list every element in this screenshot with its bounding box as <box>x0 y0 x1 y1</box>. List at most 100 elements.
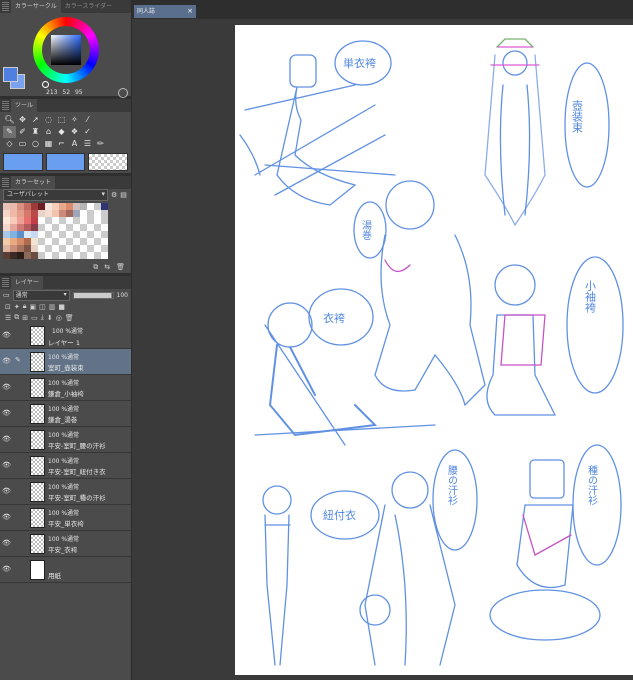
palette-color-swatch[interactable] <box>52 238 59 245</box>
visibility-eye-icon[interactable]: 👁︎ <box>2 409 11 417</box>
balloon-tool-icon[interactable]: ☰ <box>81 138 94 150</box>
palette-color-swatch[interactable] <box>59 203 66 210</box>
mask-icon[interactable]: ◫ <box>39 303 46 311</box>
palette-color-swatch[interactable] <box>17 203 24 210</box>
text-tool-icon[interactable]: A <box>68 138 81 150</box>
pen-tool-icon[interactable]: ✎ <box>3 126 16 138</box>
add-color-icon[interactable]: ⧉ <box>93 263 98 272</box>
fill-tool-icon[interactable]: ✓ <box>81 126 94 138</box>
saturation-value-square[interactable] <box>51 35 81 65</box>
palette-color-swatch[interactable] <box>38 203 45 210</box>
palette-color-swatch[interactable] <box>38 231 45 238</box>
visibility-eye-icon[interactable]: 👁︎ <box>2 565 11 573</box>
figure-tool-icon[interactable]: ▭ <box>16 138 29 150</box>
palette-color-swatch[interactable] <box>94 245 101 252</box>
eyedropper-icon[interactable]: ⁄ <box>81 114 94 126</box>
transfer-down-icon[interactable]: ⤓ <box>41 313 44 322</box>
select-tool-icon[interactable]: ⬚ <box>55 114 68 126</box>
palette-color-swatch[interactable] <box>87 252 94 259</box>
layer-color-icon[interactable]: ▭ <box>3 291 10 299</box>
panel-grip-icon[interactable] <box>2 178 9 187</box>
palette-color-swatch[interactable] <box>45 238 52 245</box>
palette-color-swatch[interactable] <box>101 245 108 252</box>
tab-tool[interactable]: ツール <box>11 99 38 112</box>
palette-view-icon[interactable]: ▤ <box>120 191 127 199</box>
palette-color-swatch[interactable] <box>73 231 80 238</box>
visibility-eye-icon[interactable]: 👁︎ <box>2 331 11 339</box>
palette-color-swatch[interactable] <box>17 245 24 252</box>
visibility-eye-icon[interactable]: 👁︎ <box>2 539 11 547</box>
palette-color-swatch[interactable] <box>80 217 87 224</box>
reference-icon[interactable]: ✦ <box>14 303 20 311</box>
visibility-eye-icon[interactable]: 👁︎ <box>2 487 11 495</box>
delete-color-icon[interactable]: 🗑︎ <box>116 263 125 271</box>
palette-color-swatch[interactable] <box>3 203 10 210</box>
palette-color-swatch[interactable] <box>59 252 66 259</box>
palette-color-swatch[interactable] <box>45 231 52 238</box>
palette-color-swatch[interactable] <box>87 217 94 224</box>
palette-color-swatch[interactable] <box>52 210 59 217</box>
palette-color-swatch[interactable] <box>3 245 10 252</box>
palette-color-swatch[interactable] <box>38 245 45 252</box>
palette-color-swatch[interactable] <box>3 217 10 224</box>
layer-row[interactable]: 👁︎ 100 %通常 平安-室町_種の汗衫 <box>0 479 131 505</box>
palette-color-swatch[interactable] <box>31 210 38 217</box>
palette-color-swatch[interactable] <box>87 238 94 245</box>
palette-color-swatch[interactable] <box>24 238 31 245</box>
palette-color-swatch[interactable] <box>87 203 94 210</box>
palette-color-swatch[interactable] <box>66 203 73 210</box>
palette-color-swatch[interactable] <box>87 231 94 238</box>
palette-color-swatch[interactable] <box>66 252 73 259</box>
palette-color-swatch[interactable] <box>10 224 17 231</box>
palette-color-swatch[interactable] <box>10 217 17 224</box>
palette-color-swatch[interactable] <box>17 224 24 231</box>
blend-tool-icon[interactable]: ❖ <box>68 126 81 138</box>
palette-color-swatch[interactable] <box>10 231 17 238</box>
palette-color-swatch[interactable] <box>101 231 108 238</box>
palette-color-swatch[interactable] <box>10 203 17 210</box>
palette-color-swatch[interactable] <box>101 203 108 210</box>
palette-color-swatch[interactable] <box>80 224 87 231</box>
palette-color-swatch[interactable] <box>94 238 101 245</box>
palette-color-swatch[interactable] <box>59 238 66 245</box>
correction-tool-icon[interactable]: ✏ <box>94 138 107 150</box>
palette-color-swatch[interactable] <box>66 231 73 238</box>
palette-color-swatch[interactable] <box>24 231 31 238</box>
palette-color-swatch[interactable] <box>59 210 66 217</box>
panel-grip-icon[interactable] <box>2 2 9 11</box>
lasso-tool-icon[interactable]: ◌ <box>42 114 55 126</box>
layer-row[interactable]: 👁︎ 100 %通常 鎌倉_湯巻 <box>0 401 131 427</box>
frame-tool-icon[interactable]: ▦ <box>42 138 55 150</box>
palette-color-swatch[interactable] <box>101 210 108 217</box>
palette-color-swatch[interactable] <box>73 203 80 210</box>
palette-color-swatch[interactable] <box>59 245 66 252</box>
palette-color-swatch[interactable] <box>10 210 17 217</box>
palette-color-swatch[interactable] <box>52 231 59 238</box>
palette-color-swatch[interactable] <box>94 231 101 238</box>
replace-color-icon[interactable]: ⇆ <box>104 263 110 271</box>
new-raster-layer-icon[interactable]: ⧉ <box>14 313 19 322</box>
palette-color-swatch[interactable] <box>17 210 24 217</box>
palette-color-swatch[interactable] <box>80 203 87 210</box>
palette-color-swatch[interactable] <box>31 252 38 259</box>
lock-icon[interactable]: 🔒︎ <box>23 302 27 311</box>
palette-color-swatch[interactable] <box>45 245 52 252</box>
palette-color-swatch[interactable] <box>73 224 80 231</box>
palette-color-swatch[interactable] <box>3 231 10 238</box>
brush-tool-icon[interactable]: ♜ <box>29 126 42 138</box>
palette-color-swatch[interactable] <box>31 231 38 238</box>
palette-color-swatch[interactable] <box>52 252 59 259</box>
palette-color-swatch[interactable] <box>24 210 31 217</box>
palette-color-swatch[interactable] <box>31 224 38 231</box>
palette-color-swatch[interactable] <box>3 252 10 259</box>
canvas-area[interactable]: 同人誌 × 単衣袴 壺装束 湯巻 衣袴 小袖袴 紐付衣 腰の汗衫 種の汗衫 <box>132 0 633 680</box>
transparent-color-swatch[interactable] <box>88 153 129 171</box>
visibility-eye-icon[interactable]: 👁︎ <box>2 357 11 365</box>
palette-color-swatch[interactable] <box>38 210 45 217</box>
palette-color-swatch[interactable] <box>101 238 108 245</box>
palette-color-swatch[interactable] <box>66 210 73 217</box>
tab-layer[interactable]: レイヤー <box>11 276 43 289</box>
paper-canvas[interactable]: 単衣袴 壺装束 湯巻 衣袴 小袖袴 紐付衣 腰の汗衫 種の汗衫 <box>235 25 633 675</box>
palette-color-swatch[interactable] <box>80 231 87 238</box>
palette-color-swatch[interactable] <box>31 245 38 252</box>
